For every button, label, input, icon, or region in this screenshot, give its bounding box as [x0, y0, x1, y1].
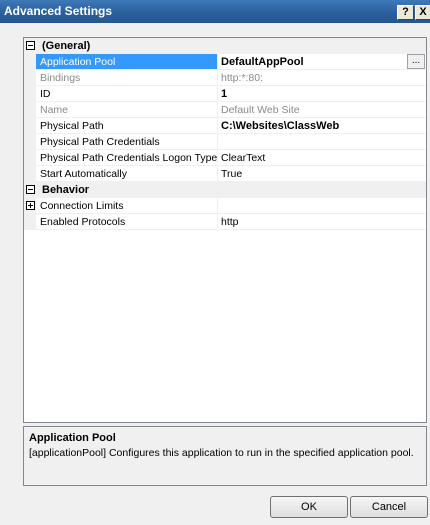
- gutter: [24, 166, 36, 182]
- property-grid[interactable]: (General) Application Pool DefaultAppPoo…: [23, 37, 427, 423]
- property-value-cell[interactable]: C:\Websites\ClassWeb: [218, 118, 426, 134]
- property-row-connection-limits[interactable]: Connection Limits: [24, 198, 426, 214]
- gutter: [24, 118, 36, 134]
- property-value-cell[interactable]: [218, 198, 426, 214]
- property-name: Bindings: [40, 72, 81, 84]
- property-value: http:*:80:: [221, 72, 264, 84]
- expand-connection-limits-icon[interactable]: [26, 201, 35, 210]
- property-name-cell[interactable]: Physical Path Credentials Logon Type: [36, 150, 218, 166]
- property-row-physical-path-credentials[interactable]: Physical Path Credentials: [24, 134, 426, 150]
- property-row-id[interactable]: ID 1: [24, 86, 426, 102]
- gutter: [24, 86, 36, 102]
- gutter: [24, 150, 36, 166]
- property-name-cell[interactable]: Start Automatically: [36, 166, 218, 182]
- property-name-cell[interactable]: Physical Path: [36, 118, 218, 134]
- category-behavior-label: Behavior: [42, 184, 90, 196]
- advanced-settings-dialog: Advanced Settings ? X (General) Applicat…: [0, 0, 430, 525]
- property-name: Physical Path: [40, 120, 104, 132]
- property-name: Start Automatically: [40, 168, 127, 180]
- gutter: [24, 102, 36, 118]
- gutter: [24, 134, 36, 150]
- description-title: Application Pool: [29, 432, 116, 444]
- category-behavior: Behavior: [24, 182, 426, 198]
- property-value-cell[interactable]: [218, 134, 426, 150]
- description-panel: Application Pool [applicationPool] Confi…: [23, 426, 427, 486]
- property-row-application-pool[interactable]: Application Pool DefaultAppPool ...: [24, 54, 426, 70]
- property-row-name[interactable]: Name Default Web Site: [24, 102, 426, 118]
- category-general: (General): [24, 38, 426, 54]
- property-name-cell[interactable]: Physical Path Credentials: [36, 134, 218, 150]
- property-value-cell[interactable]: ClearText: [218, 150, 426, 166]
- property-row-logon-type[interactable]: Physical Path Credentials Logon Type Cle…: [24, 150, 426, 166]
- property-name-cell[interactable]: Name: [36, 102, 218, 118]
- property-value-cell[interactable]: True: [218, 166, 426, 182]
- dialog-title: Advanced Settings: [4, 4, 113, 18]
- property-value-cell[interactable]: 1: [218, 86, 426, 102]
- property-name: Application Pool: [40, 56, 116, 68]
- property-row-physical-path[interactable]: Physical Path C:\Websites\ClassWeb: [24, 118, 426, 134]
- property-value-cell[interactable]: Default Web Site: [218, 102, 426, 118]
- property-row-start-automatically[interactable]: Start Automatically True: [24, 166, 426, 182]
- gutter: [24, 214, 36, 230]
- property-value: DefaultAppPool: [221, 56, 304, 68]
- property-value: 1: [221, 88, 228, 100]
- property-value: Default Web Site: [221, 104, 300, 116]
- property-value: True: [221, 168, 243, 180]
- close-button[interactable]: X: [415, 5, 430, 20]
- property-name: Physical Path Credentials Logon Type: [40, 152, 218, 164]
- property-value-cell[interactable]: DefaultAppPool ...: [218, 54, 426, 70]
- property-name: Physical Path Credentials: [40, 136, 160, 148]
- browse-app-pool-button[interactable]: ...: [407, 54, 425, 69]
- gutter: [24, 54, 36, 70]
- property-name: ID: [40, 88, 51, 100]
- property-value-cell[interactable]: http:*:80:: [218, 70, 426, 86]
- collapse-general-icon[interactable]: [26, 41, 35, 50]
- property-name: Enabled Protocols: [40, 216, 126, 228]
- property-name-cell[interactable]: Enabled Protocols: [36, 214, 218, 230]
- property-name-cell[interactable]: Bindings: [36, 70, 218, 86]
- title-bar[interactable]: Advanced Settings ? X: [0, 0, 430, 23]
- property-value: ClearText: [221, 152, 266, 164]
- property-value: C:\Websites\ClassWeb: [221, 120, 340, 132]
- property-name-cell[interactable]: Application Pool: [36, 54, 218, 70]
- property-row-enabled-protocols[interactable]: Enabled Protocols http: [24, 214, 426, 230]
- description-text: [applicationPool] Configures this applic…: [29, 447, 414, 459]
- property-row-bindings[interactable]: Bindings http:*:80:: [24, 70, 426, 86]
- gutter: [24, 70, 36, 86]
- help-button[interactable]: ?: [397, 5, 414, 20]
- property-name: Name: [40, 104, 69, 116]
- collapse-behavior-icon[interactable]: [26, 185, 35, 194]
- property-value: http: [221, 216, 239, 228]
- ok-button[interactable]: OK: [270, 496, 348, 518]
- property-name-cell[interactable]: Connection Limits: [36, 198, 218, 214]
- property-name-cell[interactable]: ID: [36, 86, 218, 102]
- cancel-button[interactable]: Cancel: [350, 496, 428, 518]
- property-value-cell[interactable]: http: [218, 214, 426, 230]
- property-name: Connection Limits: [40, 200, 124, 212]
- category-general-label: (General): [42, 40, 91, 52]
